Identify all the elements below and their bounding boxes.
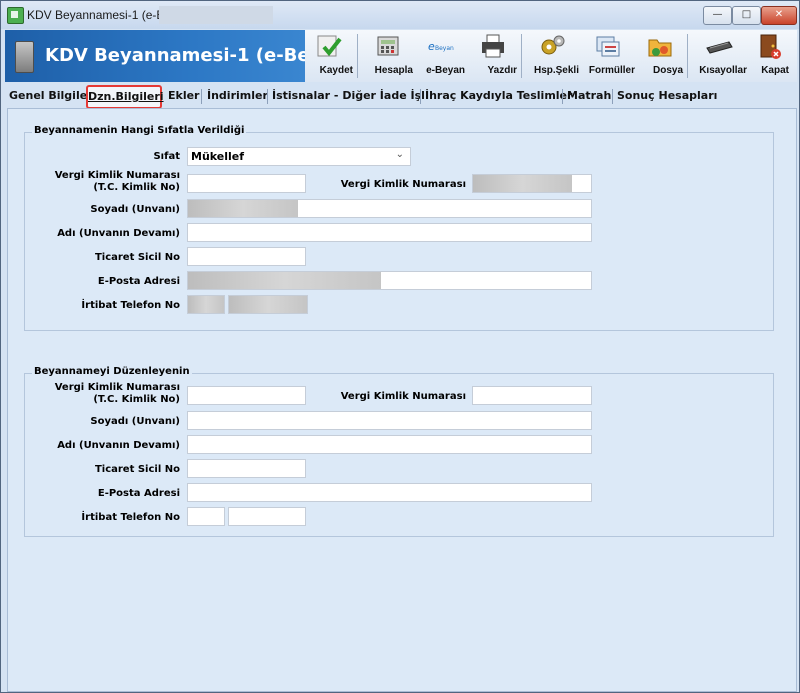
- eposta-label: E-Posta Adresi: [97, 276, 180, 287]
- printer-icon: [482, 34, 504, 58]
- sifat-selected-value: Mükellef: [191, 150, 245, 163]
- eposta-field[interactable]: [187, 271, 592, 290]
- duzenleyen-ticaret-sicil-label: Ticaret Sicil No: [94, 464, 180, 475]
- svg-text:Beyan: Beyan: [435, 45, 454, 52]
- hsp-sekli-button[interactable]: Hsp.Şekli: [527, 30, 579, 82]
- toolbar: Kaydet Hesapla e Beyan e-Beyan Yazdır Hsp…: [305, 30, 797, 82]
- telefon-kod-field[interactable]: [187, 295, 225, 314]
- ticaret-sicil-label: Ticaret Sicil No: [94, 252, 180, 263]
- ticaret-sicil-field[interactable]: [187, 247, 306, 266]
- duzenleyen-ticaret-sicil-field[interactable]: [187, 459, 306, 478]
- duzenleyen-telefon-label: İrtibat Telefon No: [81, 512, 180, 523]
- tab-ihrac-kaydiyla-teslimler[interactable]: İhraç Kaydıyla Teslimler: [425, 89, 572, 102]
- kapat-button[interactable]: Kapat: [749, 30, 789, 82]
- svg-text:e: e: [428, 40, 435, 53]
- minimize-button[interactable]: —: [703, 6, 732, 25]
- duzenleyen-vkn-label: Vergi Kimlik Numarası: [340, 391, 466, 402]
- vkn-field[interactable]: [472, 174, 592, 193]
- title-bar: KDV Beyannamesi-1 (e-Beyan) — □ ✕: [1, 1, 799, 29]
- soyadi-field[interactable]: [187, 199, 592, 218]
- app-window: KDV Beyannamesi-1 (e-Beyan) — □ ✕ KDV Be…: [0, 0, 800, 693]
- duzenleyen-vkn-tckn-field[interactable]: [187, 386, 306, 405]
- duzenleyen-adi-field[interactable]: [187, 435, 592, 454]
- forms-icon: [596, 36, 620, 57]
- tab-sonuc-hesaplari[interactable]: Sonuç Hesapları: [617, 89, 717, 102]
- adi-field[interactable]: [187, 223, 592, 242]
- maximize-button[interactable]: □: [732, 6, 761, 25]
- duzenleyen-telefon-kod-field[interactable]: [187, 507, 225, 526]
- gears-icon: [541, 35, 565, 55]
- duzenleyen-vkn-tckn-label: Vergi Kimlik Numarası (T.C. Kimlik No): [54, 382, 180, 405]
- tab-matrah[interactable]: Matrah: [567, 89, 611, 102]
- adi-label: Adı (Unvanın Devamı): [57, 228, 180, 239]
- vkn-label: Vergi Kimlik Numarası: [340, 179, 466, 190]
- tab-content-panel: Beyannamenin Hangi Sıfatla Verildiği Sıf…: [7, 108, 797, 692]
- kaydet-button[interactable]: Kaydet: [305, 30, 353, 82]
- tab-dzn-bilgileri[interactable]: Dzn.Bilgileri: [86, 85, 164, 109]
- duzenleyen-soyadi-label: Soyadı (Unvanı): [90, 416, 180, 427]
- section-title: Beyannamenin Hangi Sıfatla Verildiği: [32, 125, 247, 136]
- hesapla-button[interactable]: Hesapla: [363, 30, 413, 82]
- tab-istisnalar[interactable]: İstisnalar - Diğer İade İşl.: [272, 89, 429, 102]
- folder-icon: [648, 39, 672, 57]
- close-button[interactable]: ✕: [761, 6, 797, 25]
- app-banner: KDV Beyannamesi-1 (e-Beyan): [5, 30, 355, 82]
- duzenleyen-eposta-field[interactable]: [187, 483, 592, 502]
- formuller-button[interactable]: Formüller: [581, 30, 635, 82]
- vkn-tckn-label: Vergi Kimlik Numarası (T.C. Kimlik No): [54, 170, 180, 193]
- e-beyan-icon: e Beyan: [428, 40, 454, 53]
- save-check-icon: [317, 35, 342, 57]
- section-title: Beyannameyi Düzenleyenin: [32, 366, 192, 377]
- redacted-title-suffix: [159, 6, 273, 24]
- exit-door-icon: [760, 34, 781, 59]
- toolbar-separator: [687, 34, 688, 78]
- duzenleyen-adi-label: Adı (Unvanın Devamı): [57, 440, 180, 451]
- tab-strip: Genel Bilgiler Dzn.Bilgileri Ekler İndir…: [5, 85, 797, 109]
- kisayollar-button[interactable]: Kısayollar: [691, 30, 747, 82]
- tab-divider: [612, 89, 613, 104]
- tab-divider: [201, 89, 202, 104]
- toolbar-separator: [357, 34, 358, 78]
- document-logo-icon: [15, 41, 34, 73]
- calculator-icon: [377, 36, 399, 56]
- tab-divider: [562, 89, 563, 104]
- duzenleyen-soyadi-field[interactable]: [187, 411, 592, 430]
- tab-genel-bilgiler[interactable]: Genel Bilgiler: [9, 89, 93, 102]
- app-icon: [7, 7, 24, 24]
- duzenleyen-vkn-field[interactable]: [472, 386, 592, 405]
- tab-divider: [420, 89, 421, 104]
- keyboard-icon: [706, 41, 733, 54]
- tab-divider: [267, 89, 268, 104]
- vkn-tckn-field[interactable]: [187, 174, 306, 193]
- chevron-down-icon: ⌄: [395, 149, 404, 160]
- toolbar-separator: [521, 34, 522, 78]
- duzenleyen-telefon-numara-field[interactable]: [228, 507, 306, 526]
- soyadi-label: Soyadı (Unvanı): [90, 204, 180, 215]
- yazdir-button[interactable]: Yazdır: [469, 30, 517, 82]
- dosya-button[interactable]: Dosya: [637, 30, 683, 82]
- tab-ekler[interactable]: Ekler: [168, 89, 200, 102]
- e-beyan-button[interactable]: e Beyan e-Beyan: [415, 30, 465, 82]
- sifat-dropdown[interactable]: Mükellef ⌄: [187, 147, 411, 166]
- sifat-label: Sıfat: [153, 151, 180, 162]
- tab-indirimler[interactable]: İndirimler: [207, 89, 268, 102]
- duzenleyen-eposta-label: E-Posta Adresi: [97, 488, 180, 499]
- telefon-numara-field[interactable]: [228, 295, 308, 314]
- telefon-label: İrtibat Telefon No: [81, 300, 180, 311]
